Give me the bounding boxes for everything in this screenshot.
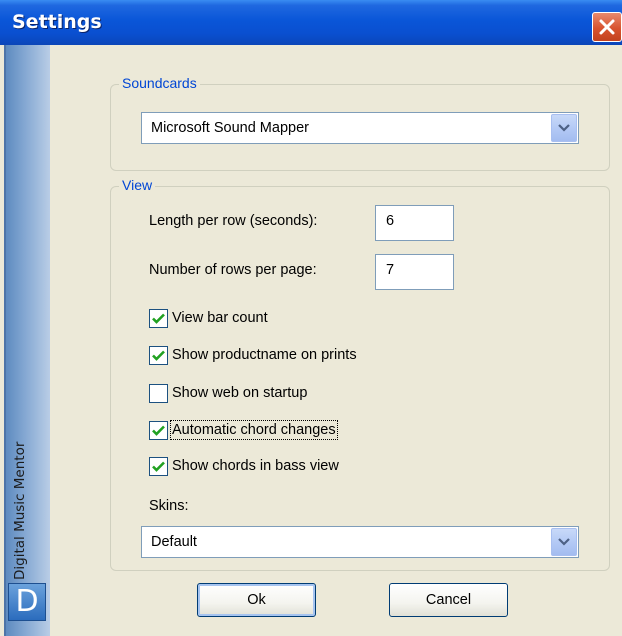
sidebar-product-name: Digital Music Mentor — [12, 441, 28, 580]
settings-dialog: Settings Digital Music Mentor D Soundcar… — [0, 0, 622, 636]
view-legend: View — [119, 177, 156, 193]
checkbox-show-chords-in-bass-view[interactable]: Show chords in bass view — [149, 455, 339, 477]
checkbox-label: View bar count — [172, 310, 268, 326]
close-button[interactable] — [592, 12, 622, 42]
checkmark-icon — [152, 425, 165, 436]
checkbox-label: Show chords in bass view — [172, 458, 339, 474]
checkbox-box[interactable] — [149, 456, 168, 476]
checkbox-box[interactable] — [149, 383, 168, 403]
checkbox-view-bar-count[interactable]: View bar count — [149, 307, 268, 329]
checkmark-icon — [152, 461, 165, 472]
chevron-down-icon — [558, 538, 570, 546]
chevron-down-icon — [558, 124, 570, 132]
skins-select-value: Default — [151, 534, 197, 550]
close-x-icon — [599, 19, 615, 35]
soundcards-legend: Soundcards — [119, 75, 200, 91]
length-per-row-value: 6 — [386, 213, 395, 229]
rows-per-page-input[interactable]: 7 — [375, 254, 454, 290]
length-per-row-input[interactable]: 6 — [375, 205, 454, 241]
cancel-button[interactable]: Cancel — [389, 583, 508, 617]
ok-button[interactable]: Ok — [197, 583, 316, 617]
soundcard-dropdown-button[interactable] — [551, 114, 577, 142]
checkbox-box[interactable] — [149, 308, 168, 328]
checkbox-show-productname[interactable]: Show productname on prints — [149, 344, 357, 366]
checkbox-label: Show productname on prints — [172, 347, 357, 363]
checkbox-label: Automatic chord changes — [170, 420, 338, 440]
skins-label: Skins: — [149, 498, 189, 514]
soundcard-select[interactable]: Microsoft Sound Mapper — [141, 112, 579, 144]
skins-select[interactable]: Default — [141, 526, 579, 558]
checkbox-label: Show web on startup — [172, 385, 308, 401]
checkmark-icon — [152, 313, 165, 324]
rows-per-page-label: Number of rows per page: — [149, 262, 317, 278]
title-bar[interactable]: Settings — [0, 0, 622, 45]
checkbox-box[interactable] — [149, 420, 168, 440]
logo-letter: D — [15, 584, 39, 619]
checkbox-box[interactable] — [149, 345, 168, 365]
skins-dropdown-button[interactable] — [551, 528, 577, 556]
checkmark-icon — [152, 350, 165, 361]
checkbox-automatic-chord-changes[interactable]: Automatic chord changes — [149, 419, 338, 441]
checkbox-show-web-on-startup[interactable]: Show web on startup — [149, 382, 307, 404]
soundcard-select-value: Microsoft Sound Mapper — [151, 120, 309, 136]
app-logo: D — [8, 583, 46, 621]
length-per-row-label: Length per row (seconds): — [149, 213, 318, 229]
window-title: Settings — [12, 11, 102, 33]
rows-per-page-value: 7 — [386, 262, 395, 278]
